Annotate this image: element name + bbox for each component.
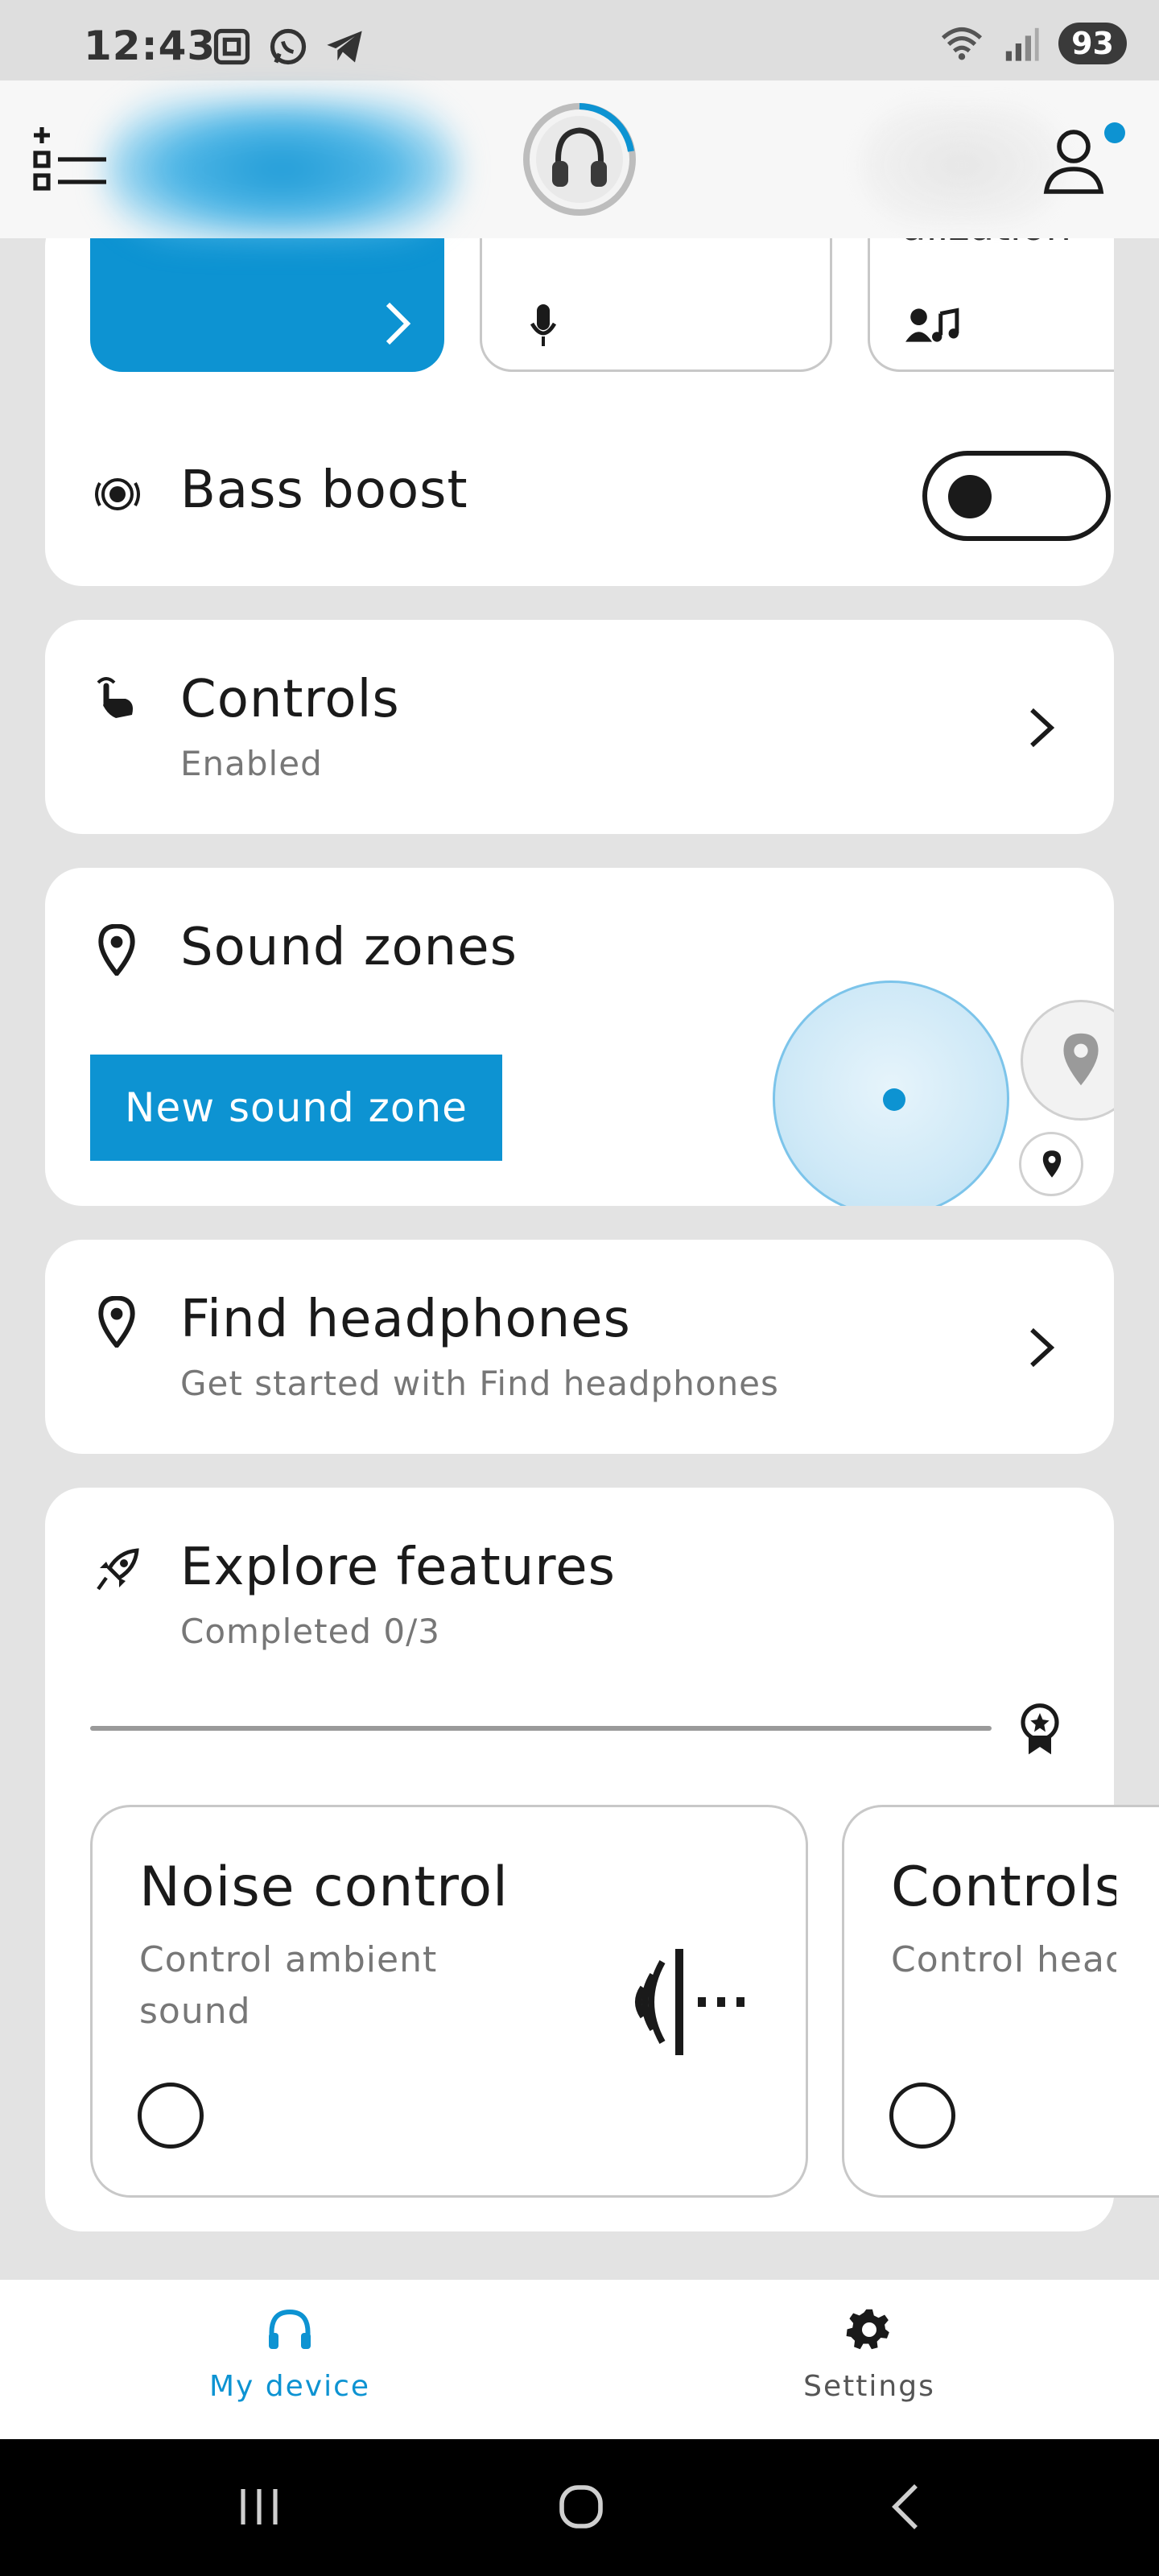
user-icon	[1043, 130, 1104, 194]
rocket-icon	[97, 1548, 139, 1591]
bass-boost-label: Bass boost	[180, 460, 468, 520]
feature-title: Noise control	[139, 1856, 509, 1919]
find-headphones-subtitle: Get started with Find headphones	[180, 1364, 779, 1403]
feature-card-noise-control[interactable]: Noise control Control ambient sound	[90, 1805, 808, 2198]
nav-my-device[interactable]: My device	[193, 2296, 386, 2417]
blurred-region	[861, 105, 1062, 225]
recent-apps-icon[interactable]	[233, 2483, 285, 2531]
tile-voice[interactable]	[480, 216, 832, 372]
chevron-right-icon	[1030, 708, 1055, 748]
headphones-icon	[523, 103, 636, 216]
telegram-icon	[327, 31, 362, 63]
notification-dot	[1104, 122, 1125, 143]
bottom-navigation	[0, 2280, 1159, 2439]
find-headphones-title: Find headphones	[180, 1290, 631, 1349]
status-system-icons: 93	[939, 23, 1127, 64]
feature-title: Controls	[891, 1856, 1116, 1919]
location-pin-icon	[98, 924, 135, 976]
device-status-button[interactable]	[520, 100, 639, 219]
bass-boost-toggle[interactable]	[922, 451, 1111, 541]
feature-subtitle-line2: sound	[139, 1991, 251, 2032]
status-app-icons	[211, 26, 365, 68]
microphone-icon	[530, 304, 557, 346]
home-icon[interactable]	[555, 2481, 607, 2533]
sound-zone-bubble-small[interactable]	[1019, 1132, 1083, 1196]
explore-features-subtitle: Completed 0/3	[180, 1612, 441, 1651]
explore-features-title: Explore features	[180, 1538, 616, 1597]
feature-complete-indicator	[138, 2083, 204, 2149]
blurred-region	[105, 97, 459, 242]
feature-subtitle: Control ambient	[139, 1939, 438, 1980]
location-pin-icon	[98, 1296, 135, 1348]
nav-settings[interactable]: Settings	[773, 2296, 966, 2417]
screenshot-icon	[213, 28, 250, 65]
explore-progress-bar	[90, 1726, 992, 1731]
sound-zones-title: Sound zones	[180, 918, 518, 977]
system-navigation-bar	[0, 2439, 1159, 2576]
user-music-icon	[905, 308, 959, 342]
signal-icon	[1005, 27, 1039, 61]
feature-complete-indicator	[889, 2083, 955, 2149]
controls-subtitle: Enabled	[180, 744, 323, 783]
touch-gesture-icon	[97, 677, 133, 718]
battery-badge: 93	[1058, 23, 1127, 64]
feature-subtitle: Control head	[891, 1939, 1116, 1980]
back-icon[interactable]	[885, 2481, 924, 2533]
chevron-right-icon	[1030, 1327, 1055, 1368]
bass-boost-icon	[95, 478, 140, 510]
location-pin-icon	[1063, 1033, 1099, 1086]
noise-control-icon	[635, 1949, 744, 2055]
toggle-knob	[948, 475, 992, 518]
whatsapp-icon	[270, 28, 307, 65]
new-sound-zone-button[interactable]: New sound zone	[90, 1055, 502, 1161]
current-location-dot	[883, 1088, 905, 1111]
location-pin-icon	[1042, 1150, 1062, 1178]
sound-zone-bubble[interactable]	[1021, 1000, 1114, 1121]
wifi-icon	[942, 27, 983, 60]
nav-my-device-label: My device	[208, 2370, 371, 2403]
headphones-icon	[269, 2309, 311, 2349]
nav-settings-label: Settings	[803, 2370, 935, 2403]
feature-card-clip: Controls Control head	[844, 1807, 1116, 2200]
status-time: 12:43	[84, 23, 217, 69]
controls-title: Controls	[180, 670, 400, 729]
chevron-right-icon	[386, 302, 411, 345]
feature-card-controls[interactable]: Controls Control head	[842, 1805, 1159, 2198]
profile-button[interactable]	[1033, 121, 1114, 201]
award-badge-icon	[1021, 1703, 1059, 1755]
feature-list-button[interactable]	[32, 121, 113, 201]
gear-icon	[846, 2309, 889, 2350]
list-add-icon	[33, 127, 106, 191]
